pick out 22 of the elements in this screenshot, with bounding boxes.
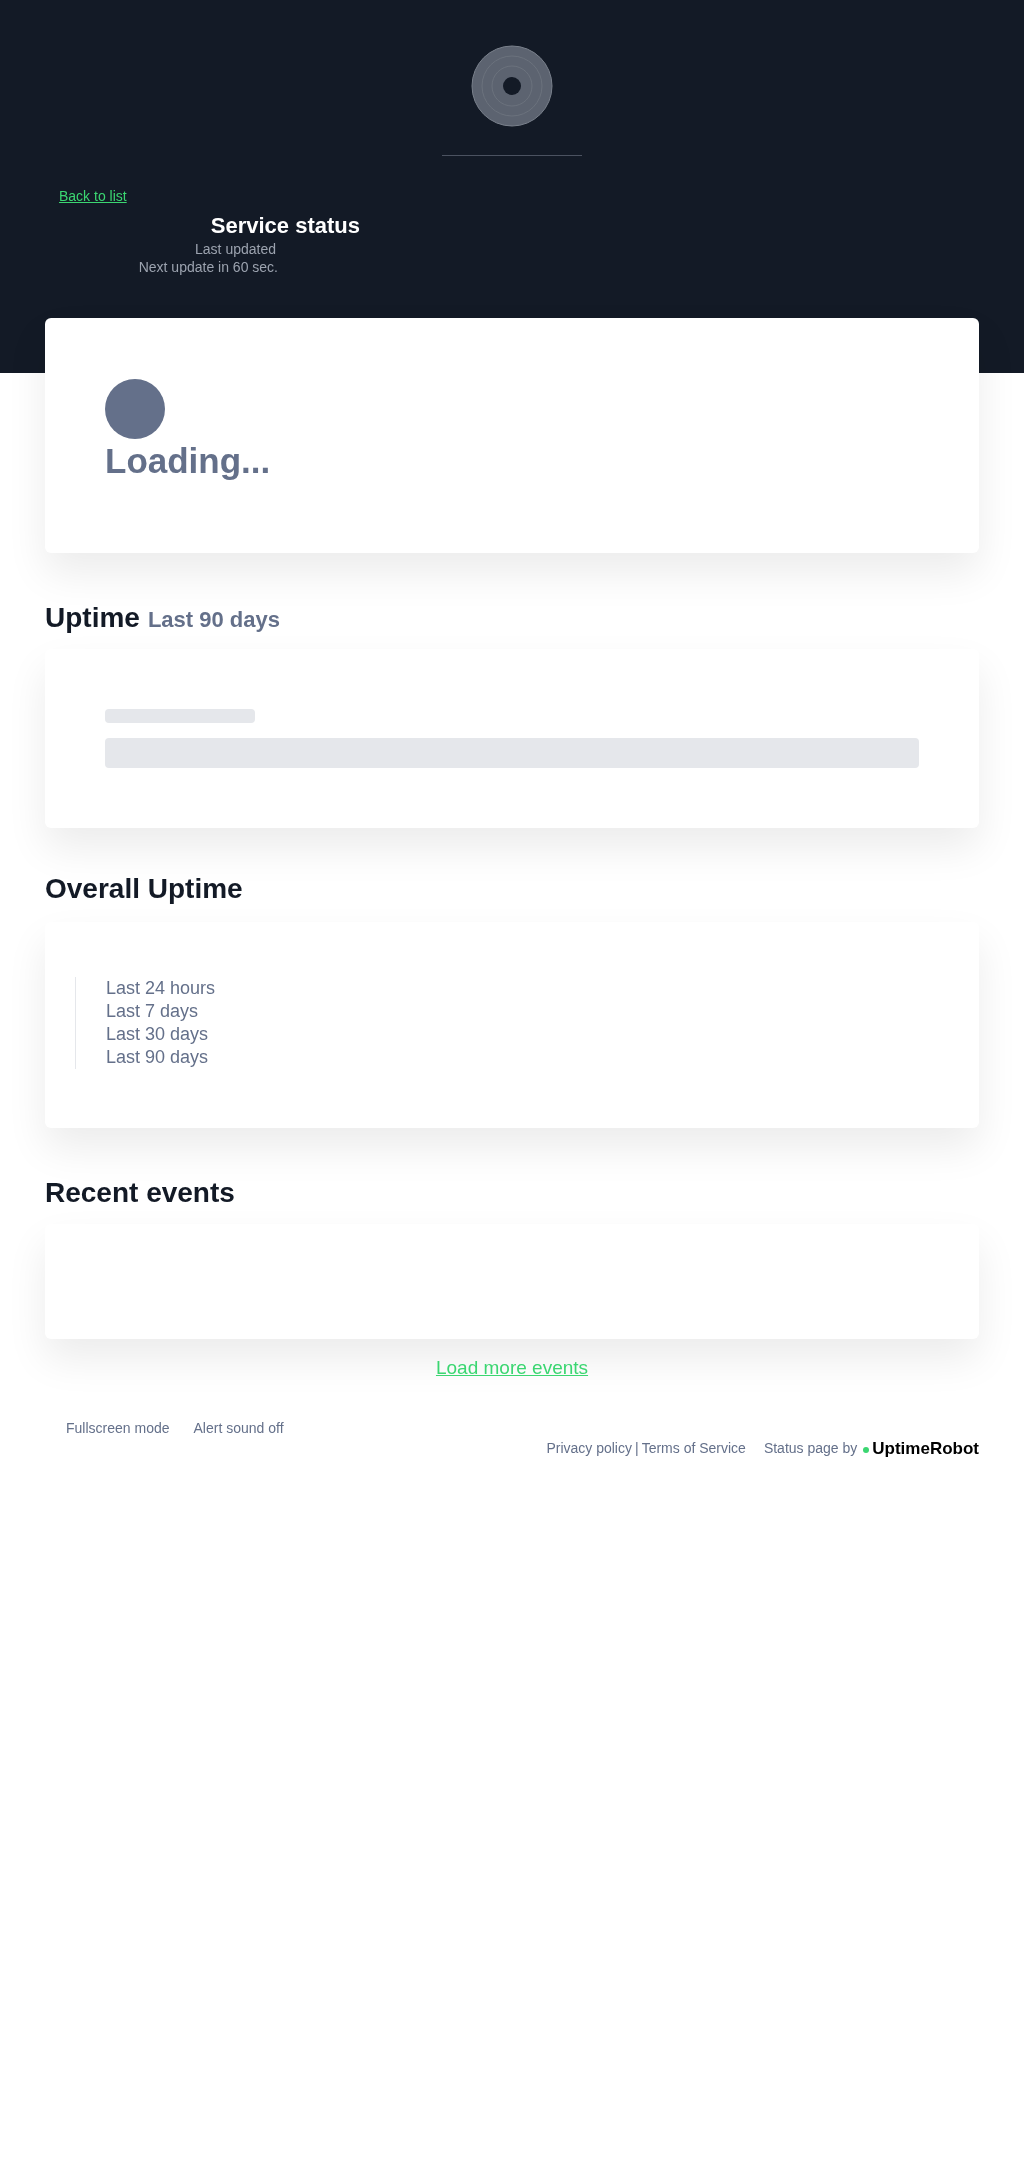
privacy-policy-link[interactable]: Privacy policy: [546, 1437, 632, 1459]
section-title: Recent events: [45, 1176, 236, 1210]
status-text: Loading...: [105, 440, 272, 482]
period-label: Last 24 hours: [106, 977, 217, 1000]
separator-text: |: [634, 1438, 640, 1458]
back-link[interactable]: Back to list: [59, 188, 127, 204]
last-updated-text: Last updated: [195, 240, 277, 258]
footer-link[interactable]: Fullscreen mode: [66, 1417, 170, 1461]
page-title: Service status: [210, 212, 360, 240]
powered-by-text: Status page by: [763, 1438, 858, 1458]
brand-logo: UptimeRobot: [872, 1437, 979, 1460]
section-title: Uptime: [45, 601, 140, 635]
terms-link[interactable]: Terms of Service: [641, 1437, 746, 1459]
footer-link[interactable]: Alert sound off: [193, 1417, 284, 1461]
avatar-icon: [105, 379, 165, 439]
period-label: Last 7 days: [106, 1000, 200, 1023]
next-update-text: Next update in 60 sec.: [138, 258, 279, 276]
section-subtitle: Last 90 days: [147, 606, 280, 634]
period-label: Last 30 days: [106, 1023, 210, 1046]
section-title: Overall Uptime: [45, 872, 244, 906]
period-label: Last 90 days: [106, 1046, 210, 1069]
logo-icon: [471, 45, 553, 127]
